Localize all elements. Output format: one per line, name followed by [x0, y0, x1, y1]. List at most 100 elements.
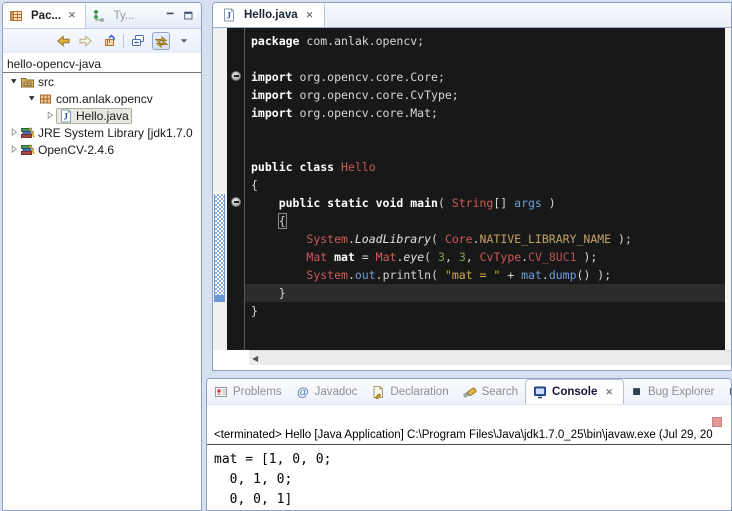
tab-bug[interactable]: Bug [721, 379, 731, 404]
src-folder-icon [20, 75, 35, 89]
package-explorer-toolbar [3, 29, 201, 53]
fold-collapse-icon[interactable] [231, 197, 241, 207]
tab-search[interactable]: Search [456, 379, 525, 404]
code-line-2[interactable] [245, 50, 725, 68]
close-icon[interactable]: ✕ [303, 9, 317, 22]
console-output-line: mat = [1, 0, 0; [214, 450, 731, 470]
project-root[interactable]: hello-opencv-java [3, 56, 201, 73]
tree-item-label: src [38, 75, 54, 89]
tab-problems[interactable]: Problems [207, 379, 289, 404]
code-line-11[interactable]: { [245, 212, 725, 230]
editor-area: J Hello.java ✕ package com.anlak.opencv;… [212, 2, 732, 371]
tree-item-label: com.anlak.opencv [56, 92, 153, 106]
scroll-left-icon[interactable]: ◀ [249, 354, 258, 363]
package-explorer-tab-bar: Pac... ✕ Ty... [3, 3, 201, 29]
code-line-3[interactable]: import org.opencv.core.Core; [245, 68, 725, 86]
type-hierarchy-icon [92, 9, 107, 23]
code-line-8[interactable]: public class Hello [245, 158, 725, 176]
code-line-9[interactable]: { [245, 176, 725, 194]
method-range-indicator [214, 194, 225, 302]
expanded-arrow-icon[interactable] [27, 93, 38, 104]
code-line-4[interactable]: import org.opencv.core.CvType; [245, 86, 725, 104]
bottom-tab-bar: Problems @ Javadoc Declaration Search Console… [207, 379, 731, 405]
tab-type-hierarchy[interactable]: Ty... [86, 3, 141, 28]
console-output-line: 0, 1, 0; [214, 470, 731, 490]
tab-type-hierarchy-label: Ty... [114, 10, 135, 22]
close-icon[interactable]: ✕ [65, 9, 79, 22]
code-line-5[interactable]: import org.opencv.core.Mat; [245, 104, 725, 122]
code-line-15[interactable]: } [245, 284, 725, 302]
code-line-13[interactable]: Mat mat = Mat.eye( 3, 3, CvType.CV_8UC1 … [245, 248, 725, 266]
minimize-icon[interactable] [165, 10, 177, 21]
editor-tab-hello-java[interactable]: J Hello.java ✕ [213, 3, 325, 27]
back-icon[interactable] [54, 32, 72, 50]
toolbar-separator [123, 34, 124, 48]
close-icon[interactable]: ✕ [602, 386, 616, 399]
horizontal-scrollbar[interactable]: ◀ [249, 350, 731, 365]
svg-text:@: @ [297, 385, 309, 399]
collapsed-arrow-icon[interactable] [9, 127, 20, 138]
library-icon [20, 143, 35, 157]
tab-label: Javadoc [315, 386, 358, 398]
tab-javadoc[interactable]: @ Javadoc [289, 379, 365, 404]
annotation-ruler [213, 28, 227, 350]
collapse-all-icon[interactable] [129, 32, 147, 50]
tree-item-label: Hello.java [76, 109, 129, 123]
package-icon [38, 92, 53, 106]
tab-console[interactable]: Console ✕ [525, 379, 624, 404]
declaration-icon [371, 385, 385, 399]
svg-text:J: J [64, 111, 69, 121]
tab-label: Console [552, 386, 597, 398]
overview-ruler [725, 28, 731, 350]
console-output-line: 0, 0, 1] [214, 490, 731, 510]
code-line-10[interactable]: public static void main( String[] args ) [245, 194, 725, 212]
tab-package-explorer-label: Pac... [31, 10, 61, 22]
tab-bug-explorer[interactable]: Bug Explorer [624, 379, 721, 404]
code-line-7[interactable] [245, 140, 725, 158]
tab-declaration[interactable]: Declaration [364, 379, 455, 404]
code-editor[interactable]: package com.anlak.opencv; import org.open… [245, 28, 725, 350]
terminate-icon[interactable] [712, 417, 722, 427]
console-description: <terminated> Hello [Java Application] C:… [207, 429, 731, 445]
forward-icon[interactable] [77, 32, 95, 50]
code-line-1[interactable]: package com.anlak.opencv; [245, 32, 725, 50]
code-line-14[interactable]: System.out.println( "mat = " + mat.dump(… [245, 266, 725, 284]
tree-item-com[interactable]: com.anlak.opencv [3, 90, 201, 107]
java-file-icon: J [221, 8, 236, 22]
code-line-6[interactable] [245, 122, 725, 140]
java-file-icon: J [58, 109, 73, 123]
console-icon [533, 385, 547, 399]
bug-icon [631, 386, 643, 398]
console-view: Problems @ Javadoc Declaration Search Console… [206, 378, 732, 511]
code-line-16[interactable]: } [245, 302, 725, 320]
tab-label: Search [482, 386, 518, 398]
collapsed-arrow-icon[interactable] [9, 144, 20, 155]
maximize-icon[interactable] [183, 10, 195, 21]
code-line-12[interactable]: System.LoadLibrary( Core.NATIVE_LIBRARY_… [245, 230, 725, 248]
tree-item-opencv-2[interactable]: OpenCV-2.4.6 [3, 141, 201, 158]
javadoc-icon: @ [296, 385, 310, 399]
editor-tab-bar: J Hello.java ✕ [213, 3, 731, 28]
tab-package-explorer[interactable]: Pac... ✕ [3, 3, 86, 28]
link-with-editor-icon[interactable] [152, 32, 170, 50]
library-icon [20, 126, 35, 140]
tree-item-src[interactable]: src [3, 73, 201, 90]
expanded-arrow-icon[interactable] [9, 76, 20, 87]
collapsed-arrow-icon[interactable] [45, 110, 56, 121]
up-icon[interactable] [100, 32, 118, 50]
problems-icon [214, 385, 228, 399]
package-explorer-icon [9, 9, 24, 23]
package-explorer-view: Pac... ✕ Ty... hello-opencv-java srccom.… [2, 2, 202, 511]
folding-gutter [227, 28, 245, 350]
search-icon [463, 385, 477, 399]
bug-icon [728, 386, 731, 398]
tree-item-label: OpenCV-2.4.6 [38, 143, 114, 157]
package-explorer-tree: hello-opencv-java srccom.anlak.opencv J He… [3, 53, 201, 158]
view-menu-icon[interactable] [175, 32, 193, 50]
tree-item-jre[interactable]: JRE System Library [jdk1.7.0 [3, 124, 201, 141]
tree-item-label: JRE System Library [jdk1.7.0 [38, 126, 193, 140]
svg-text:J: J [227, 11, 232, 21]
tab-label: Declaration [390, 386, 448, 398]
tree-item-hello[interactable]: J Hello.java [3, 107, 201, 124]
fold-collapse-icon[interactable] [231, 71, 241, 81]
